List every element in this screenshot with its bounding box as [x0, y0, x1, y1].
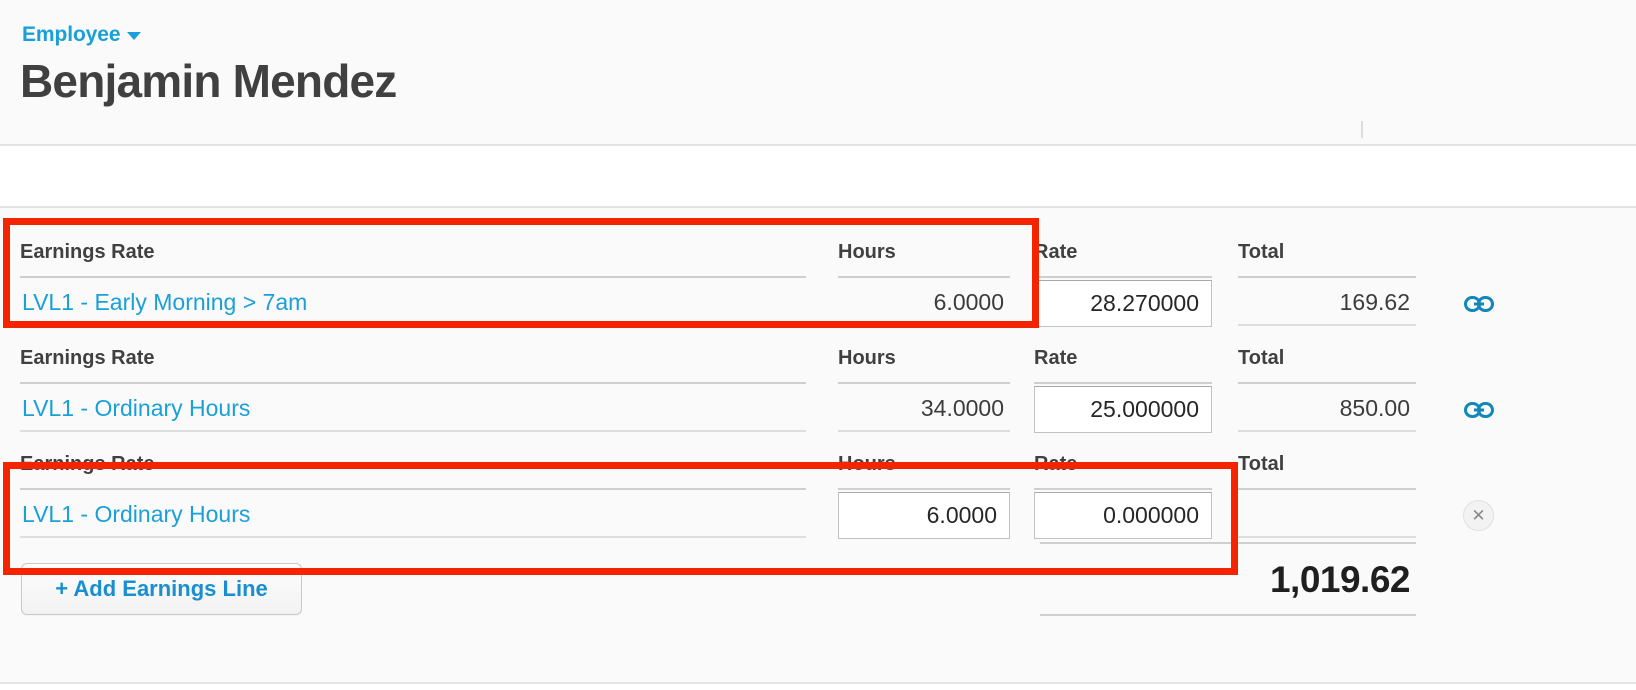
remove-icon-glyph: ✕ [1471, 506, 1486, 525]
cell-total: Total 169.62 [1238, 220, 1416, 326]
cell-earnings-rate: Earnings Rate LVL1 - Ordinary Hours [20, 326, 806, 432]
value-earnings-rate: LVL1 - Ordinary Hours [20, 490, 806, 538]
header-rule [1034, 382, 1212, 384]
rate-input[interactable]: 28.270000 [1034, 280, 1212, 327]
hours-value: 34.0000 [920, 394, 1004, 421]
column-header-rate: Rate [1034, 347, 1078, 369]
add-earnings-line-label: + Add Earnings Line [55, 576, 268, 601]
column-header-total: Total [1238, 453, 1285, 475]
rate-input[interactable]: 25.000000 [1034, 386, 1212, 433]
value-total: 850.00 [1238, 384, 1416, 432]
table-row: Earnings Rate LVL1 - Early Morning > 7am… [0, 220, 1636, 327]
table-row: Earnings Rate LVL1 - Ordinary Hours Hour… [0, 432, 1636, 539]
breadcrumb-employee[interactable]: Employee [22, 23, 142, 46]
add-earnings-line-button[interactable]: + Add Earnings Line [21, 563, 302, 615]
hours-input-value: 6.0000 [926, 502, 997, 528]
column-header-hours: Hours [838, 453, 896, 475]
total-value: 850.00 [1339, 394, 1410, 421]
link-icon[interactable] [1462, 287, 1496, 321]
link-icon[interactable] [1462, 393, 1496, 427]
rate-input[interactable]: 0.000000 [1034, 492, 1212, 539]
header-divider-tick [1361, 121, 1363, 138]
column-header-earnings-rate: Earnings Rate [20, 453, 155, 475]
rate-input-value: 28.270000 [1090, 290, 1199, 316]
page-header: Employee Benjamin Mendez [0, 0, 1636, 146]
header-rule [1034, 276, 1212, 278]
cell-total: Total 850.00 [1238, 326, 1416, 432]
remove-icon[interactable]: ✕ [1463, 500, 1494, 531]
content-gap [0, 148, 1636, 206]
total-value: 169.62 [1339, 288, 1410, 315]
chevron-down-icon [127, 32, 142, 40]
value-earnings-rate: LVL1 - Early Morning > 7am [20, 278, 806, 326]
rate-input-value: 0.000000 [1103, 502, 1199, 528]
page-title: Benjamin Mendez [20, 55, 397, 107]
hours-input[interactable]: 6.0000 [838, 492, 1010, 539]
cell-bottom-rule [1238, 536, 1416, 538]
column-header-earnings-rate: Earnings Rate [20, 347, 155, 369]
value-earnings-rate: LVL1 - Ordinary Hours [20, 384, 806, 432]
payroll-earnings-page: Employee Benjamin Mendez Earnings Rate L… [0, 0, 1636, 690]
grand-total-value: 1,019.62 [1269, 558, 1411, 600]
cell-total: Total [1238, 432, 1416, 538]
earnings-panel: Earnings Rate LVL1 - Early Morning > 7am… [0, 206, 1636, 684]
value-total [1238, 490, 1416, 538]
cell-hours: Hours 6.0000 [838, 432, 1010, 539]
value-total: 169.62 [1238, 278, 1416, 326]
earnings-rate-link[interactable]: LVL1 - Ordinary Hours [20, 502, 806, 526]
cell-hours: Hours 6.0000 [838, 220, 1010, 326]
cell-bottom-rule [20, 536, 806, 538]
table-row: Earnings Rate LVL1 - Ordinary Hours Hour… [0, 326, 1636, 433]
column-header-total: Total [1238, 241, 1285, 263]
cell-rate: Rate 0.000000 [1034, 432, 1212, 539]
column-header-rate: Rate [1034, 241, 1078, 263]
column-header-earnings-rate: Earnings Rate [20, 241, 155, 263]
cell-earnings-rate: Earnings Rate LVL1 - Ordinary Hours [20, 432, 806, 538]
earnings-rate-link[interactable]: LVL1 - Early Morning > 7am [20, 290, 806, 314]
column-header-rate: Rate [1034, 453, 1078, 475]
cell-hours: Hours 34.0000 [838, 326, 1010, 432]
grand-total: 1,019.62 [1040, 542, 1416, 616]
value-hours: 34.0000 [838, 384, 1010, 432]
earnings-rate-link[interactable]: LVL1 - Ordinary Hours [20, 396, 806, 420]
column-header-hours: Hours [838, 347, 896, 369]
column-header-total: Total [1238, 347, 1285, 369]
header-rule [838, 488, 1010, 490]
cell-rate: Rate 28.270000 [1034, 220, 1212, 327]
breadcrumb-label: Employee [22, 23, 121, 46]
value-hours: 6.0000 [838, 278, 1010, 326]
cell-rate: Rate 25.000000 [1034, 326, 1212, 433]
cell-earnings-rate: Earnings Rate LVL1 - Early Morning > 7am [20, 220, 806, 326]
rate-input-value: 25.000000 [1090, 396, 1199, 422]
hours-value: 6.0000 [933, 288, 1004, 315]
column-header-hours: Hours [838, 241, 896, 263]
header-rule [1034, 488, 1212, 490]
